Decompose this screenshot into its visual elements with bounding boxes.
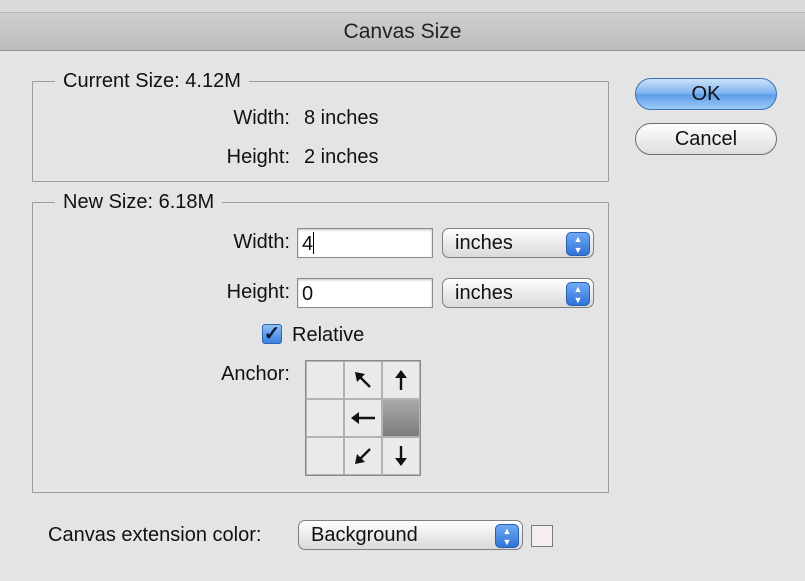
anchor-middle-center[interactable] <box>344 399 382 437</box>
title-bar: Canvas Size <box>0 0 805 51</box>
width-input-value: 4 <box>302 233 314 255</box>
new-size-legend: New Size: 6.18M <box>63 191 215 213</box>
anchor-top-left[interactable] <box>306 361 344 399</box>
current-height-value: 2 inches <box>304 146 379 168</box>
current-width-value: 8 inches <box>304 107 379 129</box>
current-size-legend: Current Size: 4.12M <box>63 70 241 92</box>
chevron-updown-icon: ▲ ▼ <box>566 282 590 306</box>
anchor-middle-right[interactable] <box>382 399 420 437</box>
anchor-top-right[interactable] <box>382 361 420 399</box>
anchor-bottom-center[interactable] <box>344 437 382 475</box>
ok-button[interactable]: OK <box>635 78 777 110</box>
anchor-bottom-right[interactable] <box>382 437 420 475</box>
background-strip <box>0 0 805 13</box>
anchor-bottom-left[interactable] <box>306 437 344 475</box>
arrow-up-left-icon <box>355 372 371 388</box>
anchor-grid <box>305 360 421 476</box>
width-unit-value: inches <box>455 232 513 254</box>
height-input[interactable]: 0 <box>297 278 433 308</box>
dialog-body: Current Size: 4.12M Width: 8 inches Heig… <box>0 51 805 581</box>
anchor-top-center[interactable] <box>344 361 382 399</box>
arrow-down-icon <box>395 446 407 466</box>
extension-color-label: Canvas extension color: <box>48 524 262 546</box>
height-unit-value: inches <box>455 282 513 304</box>
cancel-button[interactable]: Cancel <box>635 123 777 155</box>
anchor-label: Anchor: <box>221 363 290 385</box>
current-width-label: Width: <box>233 107 290 129</box>
arrow-down-left-icon <box>355 448 371 464</box>
text-caret <box>313 232 315 254</box>
width-input[interactable]: 4 <box>297 228 433 258</box>
relative-label: Relative <box>292 324 365 346</box>
new-height-label: Height: <box>226 281 290 303</box>
extension-color-select[interactable]: Background ▲ ▼ <box>298 520 523 550</box>
extension-color-value: Background <box>311 524 418 546</box>
chevron-updown-icon: ▲ ▼ <box>566 232 590 256</box>
arrow-left-icon <box>351 412 375 424</box>
anchor-middle-left[interactable] <box>306 399 344 437</box>
dialog-title: Canvas Size <box>343 20 462 43</box>
width-unit-select[interactable]: inches ▲ ▼ <box>442 228 594 258</box>
arrow-up-icon <box>395 370 407 390</box>
extension-color-swatch[interactable] <box>531 525 553 547</box>
height-unit-select[interactable]: inches ▲ ▼ <box>442 278 594 308</box>
new-width-label: Width: <box>233 231 290 253</box>
current-height-label: Height: <box>226 146 290 168</box>
height-input-value: 0 <box>302 283 314 305</box>
chevron-updown-icon: ▲ ▼ <box>495 524 519 548</box>
relative-checkbox[interactable]: ✓ <box>262 324 282 344</box>
